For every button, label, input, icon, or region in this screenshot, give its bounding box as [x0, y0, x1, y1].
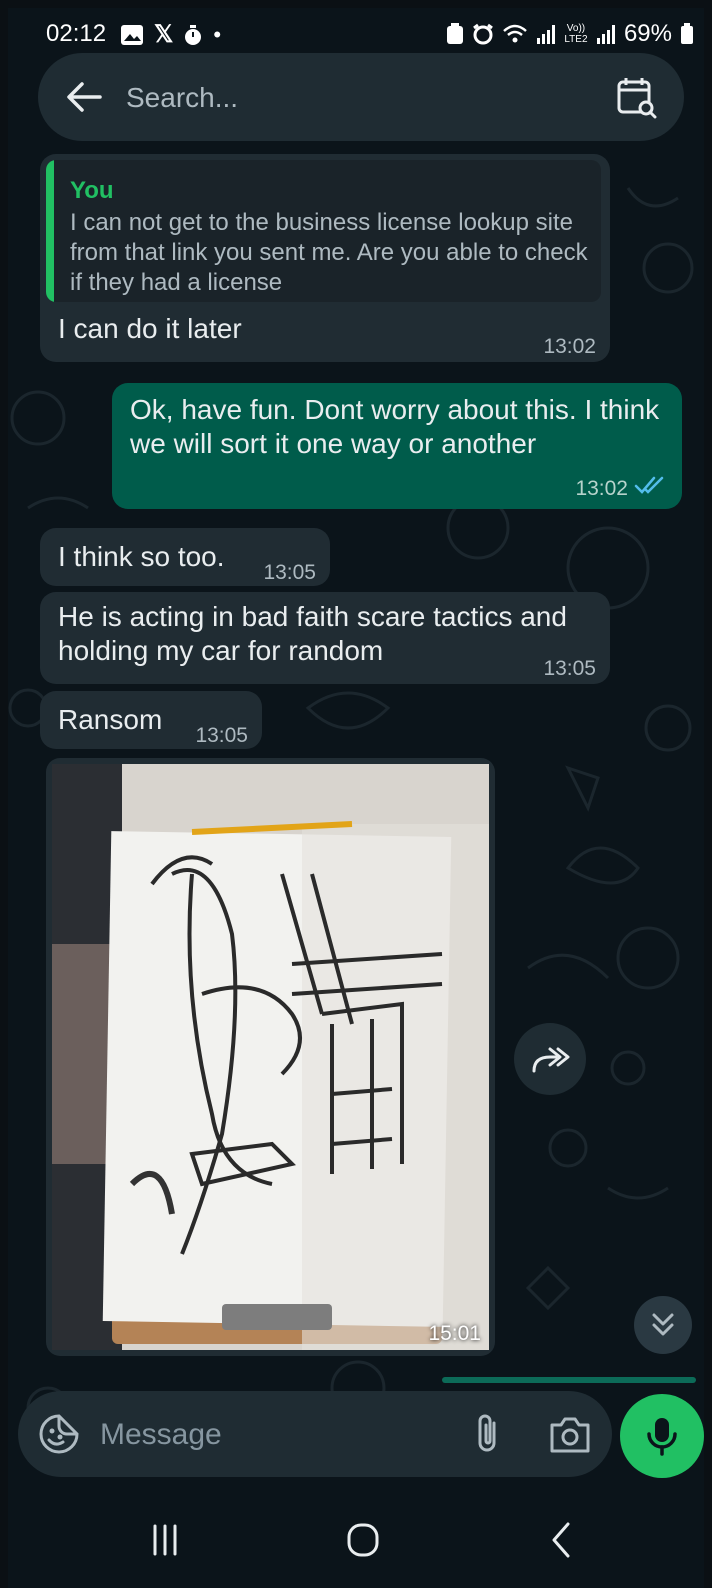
gallery-icon	[121, 24, 143, 45]
scroll-to-bottom-button[interactable]	[634, 1296, 692, 1354]
charcoal-drawing-photo[interactable]	[52, 764, 489, 1350]
x-app-icon: 𝕏	[154, 21, 174, 48]
back-nav-icon[interactable]	[526, 1512, 596, 1568]
quote-author: You	[70, 177, 114, 204]
sticker-icon[interactable]	[38, 1413, 80, 1455]
battery-percent: 69%	[623, 20, 672, 47]
search-input[interactable]	[124, 73, 588, 123]
battery-saver-icon	[446, 23, 463, 44]
message-bubble-incoming[interactable]: You I can not get to the business licens…	[40, 154, 610, 362]
forward-button[interactable]	[514, 1023, 586, 1095]
image-message[interactable]: 15:01	[46, 758, 495, 1356]
message-bubble-incoming[interactable]: Ransom 13:05	[40, 691, 262, 749]
message-text: I can do it later	[58, 313, 242, 344]
quote-accent-bar	[46, 160, 54, 302]
message-time: 13:05	[263, 561, 316, 584]
message-time: 13:02	[575, 477, 628, 500]
message-bubble-incoming[interactable]: He is acting in bad faith scare tactics …	[40, 592, 610, 684]
timer-icon	[185, 24, 202, 45]
message-bubble-outgoing[interactable]: Ok, have fun. Dont worry about this. I t…	[112, 383, 682, 509]
image-time: 15:01	[428, 1322, 481, 1345]
forward-icon	[532, 1047, 570, 1073]
message-time: 13:02	[543, 335, 596, 358]
voice-record-button[interactable]	[620, 1394, 704, 1478]
message-text: Ok, have fun. Dont worry about this. I t…	[130, 394, 660, 459]
double-check-read-icon	[634, 476, 664, 494]
status-notification-icons: 𝕏 •	[120, 20, 221, 49]
message-input[interactable]	[98, 1411, 442, 1459]
message-text: He is acting in bad faith scare tactics …	[58, 601, 567, 666]
message-text: Ransom	[58, 704, 163, 735]
signal-icon	[536, 25, 555, 44]
camera-icon[interactable]	[548, 1413, 592, 1455]
double-chevron-down-icon	[652, 1313, 674, 1336]
quote-text: I can not get to the business license lo…	[70, 209, 588, 296]
alarm-icon	[473, 23, 493, 45]
recent-apps-icon[interactable]	[130, 1512, 200, 1568]
status-time: 02:12	[46, 20, 107, 47]
message-time: 13:05	[543, 657, 596, 680]
home-icon[interactable]	[328, 1512, 398, 1568]
message-text: I think so too.	[58, 541, 225, 572]
signal-2-icon	[596, 25, 615, 44]
chat-screen: 02:12 𝕏 • Vo)) LTE2 69% Search... You I …	[8, 8, 704, 1588]
battery-icon	[681, 23, 693, 44]
arrow-left-icon[interactable]	[62, 75, 106, 119]
message-bubble-incoming[interactable]: I think so too. 13:05	[40, 528, 330, 586]
quoted-message[interactable]: You I can not get to the business licens…	[46, 160, 601, 302]
status-bar: 02:12 𝕏 • Vo)) LTE2 69%	[8, 8, 704, 58]
dot-icon: •	[213, 21, 222, 47]
status-system-icons: Vo)) LTE2 69%	[446, 20, 694, 48]
paperclip-icon[interactable]	[466, 1411, 510, 1457]
network-label: Vo)) LTE2	[564, 23, 588, 45]
progress-indicator	[442, 1377, 696, 1383]
system-navigation-bar	[8, 1490, 704, 1588]
message-composer	[18, 1391, 612, 1477]
message-time: 13:05	[195, 724, 248, 747]
calendar-search-icon[interactable]	[614, 75, 658, 119]
microphone-icon	[647, 1418, 677, 1456]
wifi-icon	[503, 24, 527, 43]
chat-search-bar	[38, 53, 684, 141]
